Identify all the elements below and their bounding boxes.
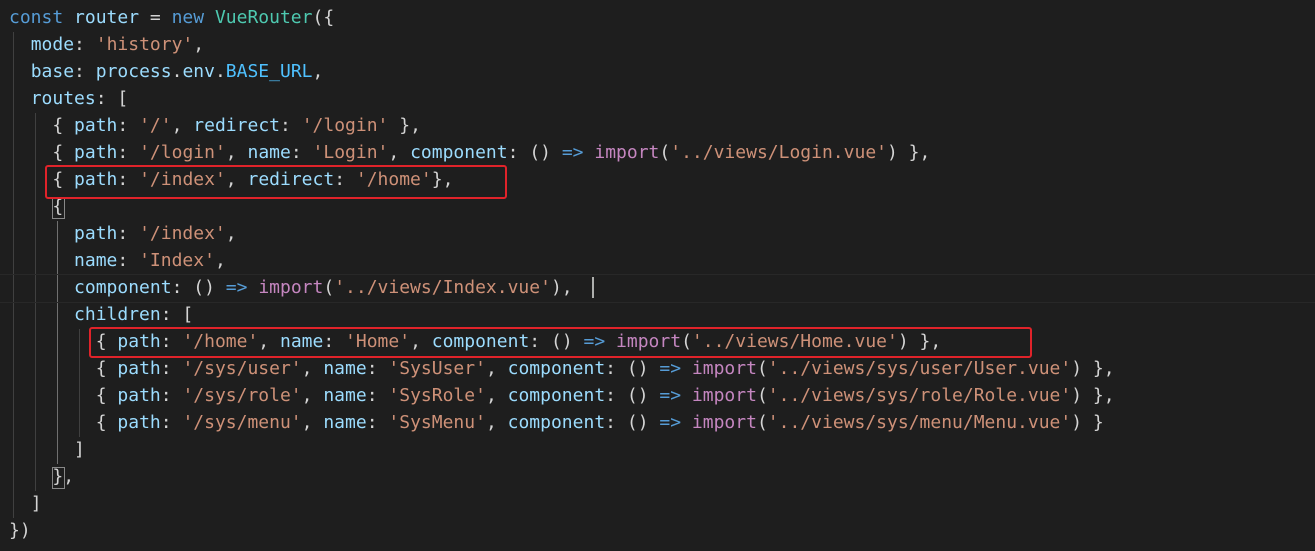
code-line-2: mode: 'history', [30, 34, 205, 55]
code-line-6: { path: '/login', name: 'Login', compone… [52, 142, 931, 163]
code-line-19: ] [30, 493, 42, 514]
code-line-5: { path: '/', redirect: '/login' }, [52, 115, 421, 136]
code-line-4: routes: [ [30, 88, 129, 109]
code-editor[interactable]: const router = new VueRouter({ mode: 'hi… [0, 0, 1315, 551]
code-line-17: ] [74, 439, 85, 460]
highlight-box-index-redirect [45, 165, 507, 199]
code-line-15: { path: '/sys/role', name: 'SysRole', co… [95, 385, 1115, 406]
code-line-16: { path: '/sys/menu', name: 'SysMenu', co… [95, 412, 1104, 433]
code-line-3: base: process.env.BASE_URL, [30, 61, 324, 82]
code-line-12: children: [ [74, 304, 194, 325]
highlight-box-home-route [89, 327, 1032, 358]
text-cursor [592, 277, 594, 298]
code-line-11: component: () => import('../views/Index.… [74, 277, 573, 298]
code-line-9: path: '/index', [74, 223, 237, 244]
code-line-18: }, [52, 466, 75, 487]
code-line-20: }) [9, 520, 31, 541]
code-line-10: name: 'Index', [74, 250, 226, 271]
code-line-14: { path: '/sys/user', name: 'SysUser', co… [95, 358, 1115, 379]
code-line-1: const router = new VueRouter({ [9, 7, 335, 28]
